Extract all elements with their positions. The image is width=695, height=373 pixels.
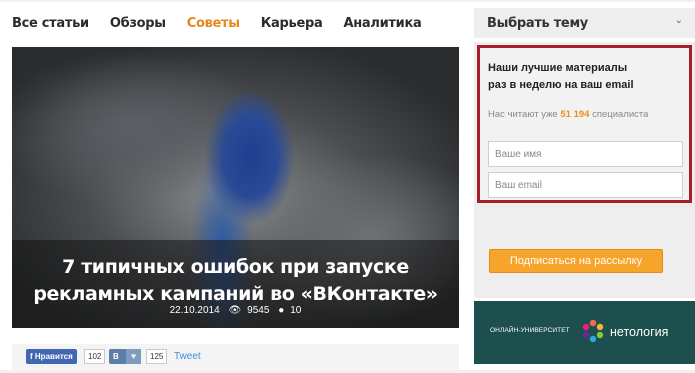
comments-icon: ● bbox=[278, 305, 285, 316]
reader-count-suffix: специалиста bbox=[592, 109, 649, 120]
promo-brand: нетология bbox=[610, 325, 669, 339]
subscribe-button[interactable]: Подписаться на рассылку bbox=[489, 249, 663, 273]
facebook-icon: f bbox=[30, 352, 33, 361]
share-bar: f Нравится 102 В ♥ 125 Tweet bbox=[12, 344, 459, 370]
subscribe-title-line2: раз в неделю на ваш email bbox=[488, 79, 634, 91]
facebook-like-button[interactable]: f Нравится bbox=[26, 349, 77, 364]
chevron-down-icon: ⌄ bbox=[674, 15, 683, 26]
reader-count-prefix: Нас читают уже bbox=[488, 109, 558, 120]
facebook-like-count: 102 bbox=[84, 349, 106, 364]
email-field[interactable]: Ваш email bbox=[488, 172, 683, 198]
topic-select[interactable]: Выбрать тему ⌄ bbox=[474, 8, 695, 38]
nav-item-analytics[interactable]: Аналитика bbox=[343, 15, 421, 35]
nav-item-all[interactable]: Все статьи bbox=[12, 15, 89, 35]
comments-count: 10 bbox=[290, 305, 302, 316]
subscribe-form: Наши лучшие материалы раз в неделю на ва… bbox=[477, 45, 692, 203]
vk-label: В bbox=[113, 352, 119, 361]
netology-logo-icon bbox=[582, 319, 604, 343]
views-icon: 👁 bbox=[228, 305, 242, 316]
top-divider bbox=[0, 0, 695, 2]
nav-item-tips[interactable]: Советы bbox=[187, 15, 240, 35]
tweet-button[interactable]: Tweet bbox=[174, 351, 201, 362]
subscribe-title-line1: Наши лучшие материалы bbox=[488, 62, 628, 74]
featured-article[interactable]: 7 типичных ошибок при запуске рекламных … bbox=[12, 47, 459, 328]
netology-banner[interactable]: ОНЛАЙН-УНИВЕРСИТЕТ нетология bbox=[474, 301, 695, 364]
subscribe-title: Наши лучшие материалы раз в неделю на ва… bbox=[488, 60, 678, 94]
facebook-like-label: Нравится bbox=[34, 352, 73, 361]
nav-item-career[interactable]: Карьера bbox=[261, 15, 323, 35]
vk-share-button[interactable]: В ♥ bbox=[109, 349, 141, 364]
heart-icon: ♥ bbox=[126, 349, 141, 364]
promo-tagline: ОНЛАЙН-УНИВЕРСИТЕТ bbox=[490, 327, 570, 334]
reader-count: Нас читают уже 51 194 специалиста bbox=[488, 109, 648, 120]
category-nav: Все статьи Обзоры Советы Карьера Аналити… bbox=[12, 15, 442, 35]
views-count: 9545 bbox=[247, 305, 270, 316]
vk-share-count: 125 bbox=[146, 349, 168, 364]
topic-select-label: Выбрать тему bbox=[487, 16, 588, 31]
article-title[interactable]: 7 типичных ошибок при запуске рекламных … bbox=[12, 254, 459, 308]
article-meta: 22.10.2014 👁 9545 ● 10 bbox=[12, 305, 459, 316]
name-field[interactable]: Ваше имя bbox=[488, 141, 683, 167]
article-date: 22.10.2014 bbox=[169, 305, 220, 316]
subscribe-widget: Наши лучшие материалы раз в неделю на ва… bbox=[474, 42, 695, 298]
nav-item-reviews[interactable]: Обзоры bbox=[110, 15, 166, 35]
reader-count-value: 51 194 bbox=[560, 109, 590, 120]
